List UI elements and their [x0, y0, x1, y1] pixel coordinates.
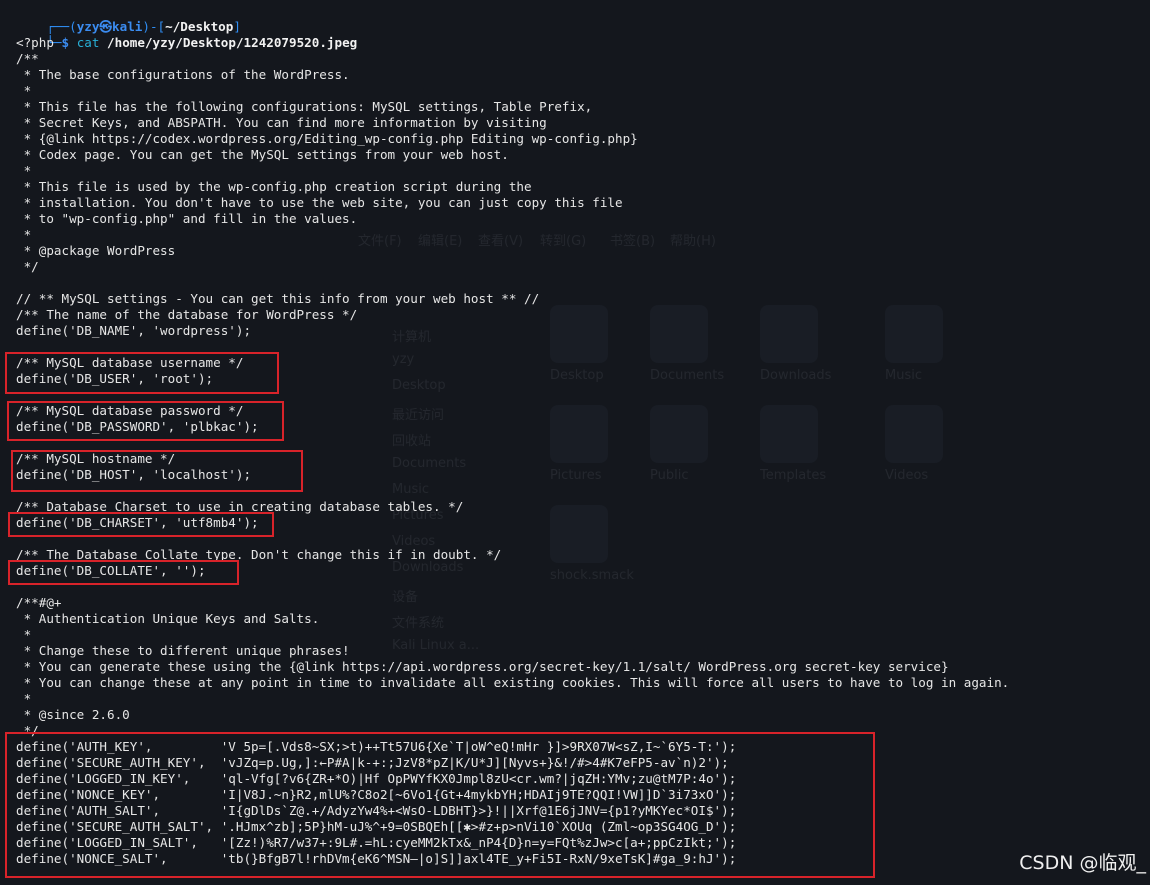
output-line: * Secret Keys, and ABSPATH. You can find… — [16, 115, 547, 130]
output-line: * The base configurations of the WordPre… — [16, 67, 350, 82]
output-line: * Codex page. You can get the MySQL sett… — [16, 147, 509, 162]
command-name: cat — [76, 35, 100, 50]
highlight-db-charset — [8, 512, 274, 537]
output-line: <?php — [16, 35, 54, 50]
prompt-dollar: $ — [61, 35, 70, 50]
prompt-line-2: └─$ cat /home/yzy/Desktop/1242079520.jpe… — [16, 19, 357, 50]
output-line: * You can change these at any point in t… — [16, 675, 1010, 690]
output-line: * to "wp-config.php" and fill in the val… — [16, 211, 358, 226]
output-line: * {@link https://codex.wordpress.org/Edi… — [16, 131, 638, 146]
output-line: * Change these to different unique phras… — [16, 643, 350, 658]
highlight-db-password — [7, 401, 284, 441]
output-line: * You can generate these using the {@lin… — [16, 659, 949, 674]
csdn-watermark: CSDN @临观_ — [1019, 852, 1146, 874]
output-line: * — [16, 627, 32, 642]
output-line: * installation. You don't have to use th… — [16, 195, 623, 210]
output-line: * This file has the following configurat… — [16, 99, 593, 114]
output-line: * Authentication Unique Keys and Salts. — [16, 611, 320, 626]
output-line: /**#@+ — [16, 595, 62, 610]
output-line: /** The name of the database for WordPre… — [16, 307, 358, 322]
highlight-db-host — [11, 450, 303, 492]
output-line: */ — [16, 259, 39, 274]
output-line: define('DB_NAME', 'wordpress'); — [16, 323, 252, 338]
output-line: * This file is used by the wp-config.php… — [16, 179, 532, 194]
output-line: * — [16, 691, 32, 706]
output-line: // ** MySQL settings - You can get this … — [16, 291, 540, 306]
highlight-db-collate — [8, 560, 239, 585]
prompt-line-1: ┌──(yzy㉿kali)-[~/Desktop] — [16, 3, 241, 34]
highlight-auth-keys — [5, 732, 875, 878]
command-argument: /home/yzy/Desktop/1242079520.jpeg — [107, 35, 358, 50]
output-line: * @package WordPress — [16, 243, 176, 258]
output-line: * — [16, 163, 32, 178]
output-line: * @since 2.6.0 — [16, 707, 130, 722]
highlight-db-user — [5, 352, 279, 394]
output-line: /** — [16, 51, 39, 66]
output-line: * — [16, 227, 32, 242]
output-line: * — [16, 83, 32, 98]
